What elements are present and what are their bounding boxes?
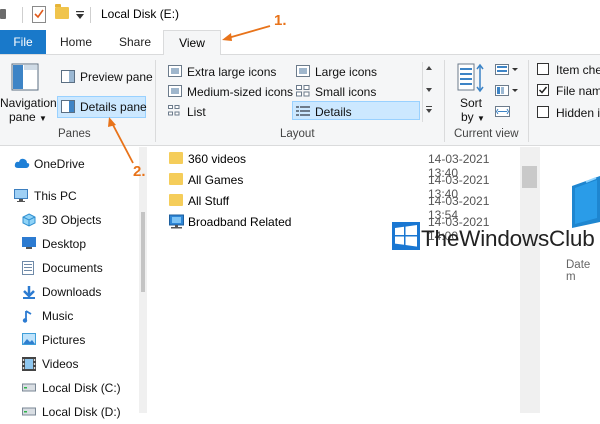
- annotation-arrows: [108, 25, 271, 164]
- annotation-step-2: 2.: [133, 163, 146, 180]
- annotation-step-1: 1.: [274, 12, 287, 29]
- arrow-to-view-tab: [222, 25, 271, 41]
- arrow-to-details-pane: [108, 117, 134, 164]
